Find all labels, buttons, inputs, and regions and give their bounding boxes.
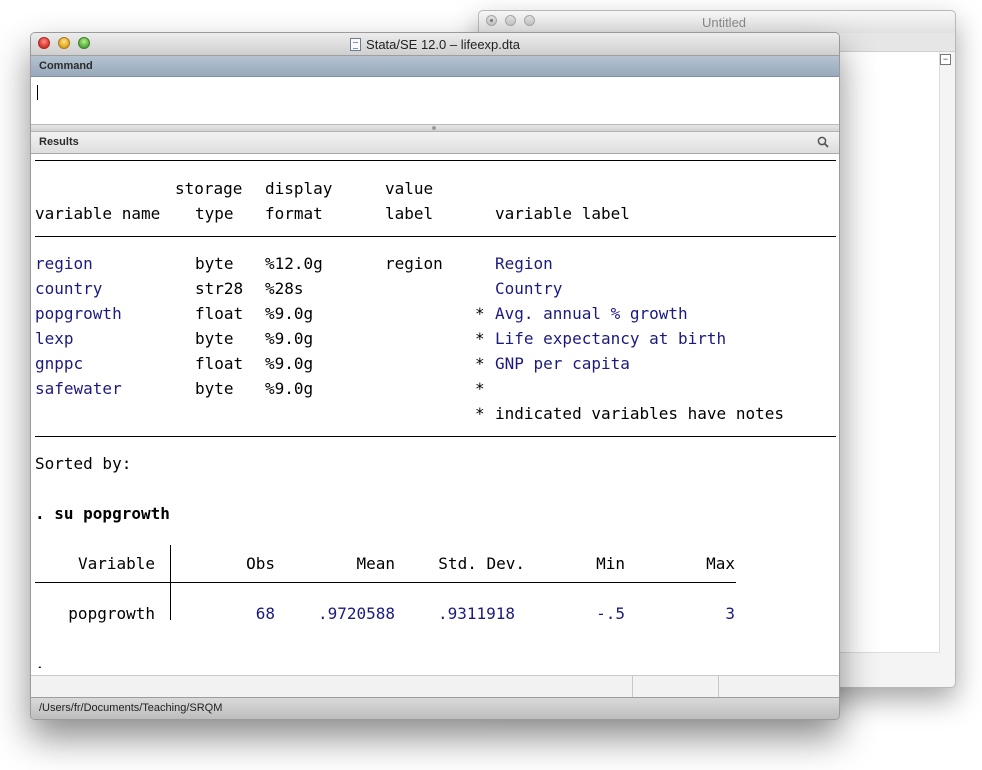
variable-name[interactable]: country [35,279,102,299]
summary-min: -.5 [596,604,625,623]
text-caret [37,85,38,100]
window-title-text: Stata/SE 12.0 – lifeexp.dta [366,37,520,52]
command-prompt: . [35,654,45,668]
background-content [837,52,940,653]
col-header-obs: Obs [246,554,275,573]
variable-label: Region [495,254,553,273]
table-horizontal-rule [35,582,736,583]
value-label: region [385,254,443,273]
collapse-icon[interactable]: − [940,54,951,65]
variable-format: %28s [265,279,304,298]
sorted-by-text: Sorted by: [35,454,132,473]
results-label: Results [39,136,79,148]
header-variable-name: variable name [35,204,161,223]
header-value: value [385,179,434,198]
header-type: type [195,204,234,223]
background-toolbar-strip [837,33,955,52]
command-label: Command [39,60,93,72]
working-directory-path: /Users/fr/Documents/Teaching/SRQM [39,702,223,714]
variable-format: %12.0g [265,254,323,273]
panel-splitter[interactable] [31,125,839,132]
col-header-sd: Std. Dev. [438,554,525,573]
command-panel-header: Command [31,56,839,77]
background-titlebar[interactable]: Untitled [479,11,955,34]
background-window-title: Untitled [701,15,747,30]
separator-line [35,436,836,437]
summary-obs: 68 [255,604,275,623]
summary-max: 3 [725,604,735,623]
stata-main-window: Stata/SE 12.0 – lifeexp.dta Command Resu… [30,32,840,720]
note-marker: * [475,329,485,348]
variable-label: Country [495,279,563,298]
col-header-min: Min [596,554,625,573]
note-marker: * [475,304,485,323]
variable-format: %9.0g [265,304,314,323]
header-storage: storage [175,179,243,198]
summary-variable: popgrowth [68,604,155,623]
col-header-max: Max [706,554,735,573]
header-format: format [265,204,323,223]
document-icon [350,38,362,51]
variable-type: float [195,304,244,323]
note-marker: * [475,354,485,373]
variable-format: %9.0g [265,379,314,398]
variable-name[interactable]: lexp [35,329,74,349]
header-label: label [385,204,434,223]
strip-divider [718,676,719,697]
command-input[interactable] [31,77,839,125]
variable-type: byte [195,379,234,398]
variable-format: %9.0g [265,354,314,373]
strip-divider [632,676,633,697]
variable-name[interactable]: popgrowth [35,304,122,324]
command-echo: . su popgrowth [35,504,170,523]
separator-line [35,160,836,161]
note-marker: * [475,404,485,423]
summary-mean: .9720588 [317,604,395,623]
variable-name[interactable]: safewater [35,379,122,399]
results-console[interactable]: storage display value variable name type… [31,154,839,668]
variable-format: %9.0g [265,329,314,348]
notes-legend: indicated variables have notes [495,404,784,423]
search-icon[interactable] [817,136,829,148]
header-display: display [265,179,333,198]
variable-label: GNP per capita [495,354,630,373]
variable-name[interactable]: gnppc [35,354,83,374]
col-header-mean: Mean [356,554,395,573]
variable-type: float [195,354,244,373]
variable-type: byte [195,254,234,273]
header-variable-label: variable label [495,204,630,223]
variable-name[interactable]: region [35,254,93,274]
variable-label: Avg. annual % growth [495,304,688,323]
variable-label: Life expectancy at birth [495,329,727,348]
status-bar: /Users/fr/Documents/Teaching/SRQM [31,697,839,719]
horizontal-scroll-strip[interactable] [31,675,839,698]
variable-type: str28 [195,279,244,298]
main-titlebar[interactable]: Stata/SE 12.0 – lifeexp.dta [31,33,839,56]
summary-sd: .9311918 [437,604,515,623]
note-marker: * [475,379,485,398]
window-title: Stata/SE 12.0 – lifeexp.dta [31,37,839,52]
results-panel-header: Results [31,132,839,154]
variable-type: byte [195,329,234,348]
col-header-variable: Variable [77,554,155,573]
separator-line [35,236,836,237]
